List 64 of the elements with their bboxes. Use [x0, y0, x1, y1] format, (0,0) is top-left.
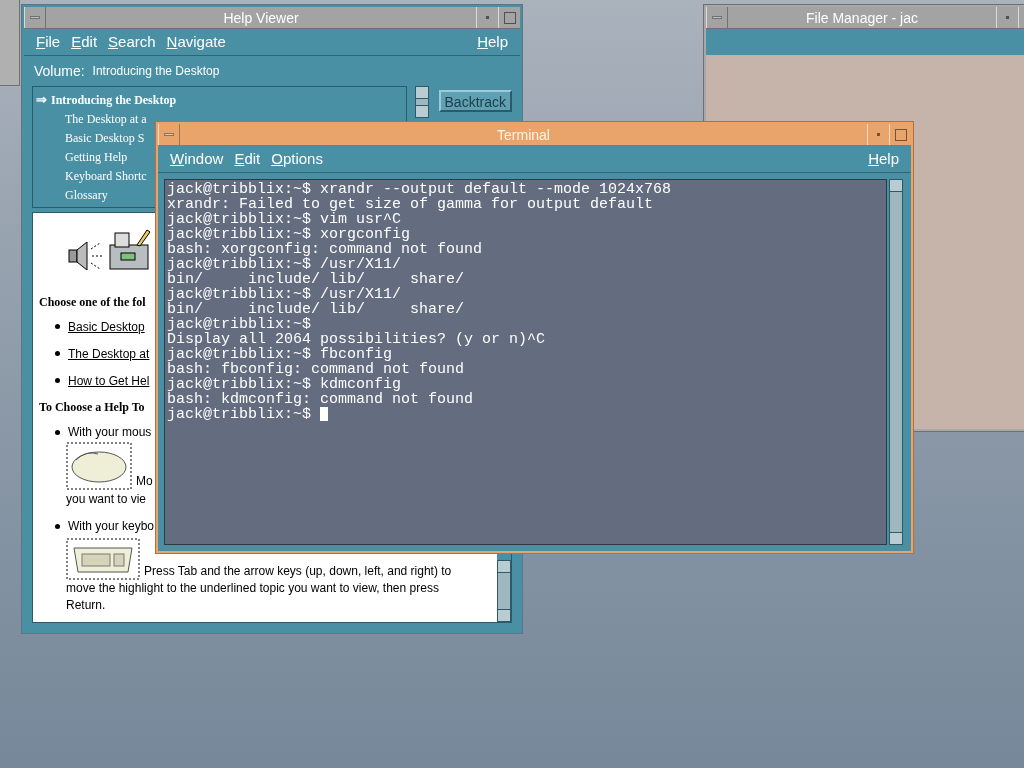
speaker-icon	[67, 239, 103, 273]
topic-item[interactable]: Basic Desktop S	[33, 128, 145, 147]
topic-item[interactable]: Keyboard Shortc	[33, 166, 147, 185]
terminal-line: jack@tribblix:~$ fbconfig	[167, 347, 393, 362]
bullet-icon	[55, 324, 60, 329]
terminal-line: bin/ include/ lib/ share/	[167, 302, 465, 317]
topic-link[interactable]: Basic Desktop	[68, 317, 145, 336]
terminal-line: jack@tribblix:~$	[167, 317, 312, 332]
volume-value: Introducing the Desktop	[92, 63, 220, 80]
menu-item[interactable]: File	[32, 30, 65, 54]
terminal-line: jack@tribblix:~$ /usr/X11/	[167, 257, 402, 272]
mouse-icon	[66, 442, 132, 490]
menu-item[interactable]: Edit	[230, 147, 265, 171]
menu-item[interactable]: Options	[267, 147, 327, 171]
window-menu-button[interactable]	[706, 7, 728, 28]
terminal-line: jack@tribblix:~$ vim usr^C	[167, 212, 402, 227]
section-heading: Choose one of the fol	[39, 294, 146, 311]
topic-item[interactable]: Glossary	[33, 185, 108, 204]
menu-item[interactable]: Navigate	[162, 30, 230, 54]
bullet-icon	[55, 351, 60, 356]
terminal-line: jack@tribblix:~$ /usr/X11/	[167, 287, 402, 302]
window-menu-button[interactable]	[24, 7, 46, 28]
topic-link[interactable]: How to Get Hel	[68, 371, 150, 390]
topic-link[interactable]: The Desktop at	[68, 344, 150, 363]
terminal-line: jack@tribblix:~$ xrandr --output default --mode 1024x768	[167, 182, 672, 197]
volume-label: Volume:	[34, 61, 85, 81]
instruction-text: Press Tab and the arrow keys (up, down, left, and right) to move the highlight to the underlined topic you want to view, then press Return.	[66, 564, 452, 612]
terminal-line: xrandr: Failed to get size of gamma for output default	[167, 197, 654, 212]
terminal-line: jack@tribblix:~$ kdmconfig	[167, 377, 402, 392]
backtrack-button[interactable]: Backtrack	[438, 90, 512, 112]
scrollbar[interactable]	[889, 179, 903, 545]
window-title: Help Viewer	[222, 9, 300, 28]
menu-item[interactable]: Help	[864, 147, 903, 171]
menu-item[interactable]: Help	[473, 30, 512, 54]
window-menu-button[interactable]	[158, 124, 180, 145]
instruction-text: With your mous	[68, 424, 152, 441]
instruction-text: With your keybo	[68, 518, 155, 535]
scrollbar[interactable]	[497, 560, 511, 622]
topic-item[interactable]: Introducing the Desktop	[51, 90, 177, 109]
scrollbar[interactable]	[414, 86, 429, 118]
terminal-line: jack@tribblix:~$ xorgconfig	[167, 227, 411, 242]
section-heading: To Choose a Help To	[39, 399, 145, 416]
keyboard-icon	[66, 538, 140, 580]
bullet-icon	[55, 429, 60, 435]
topic-item[interactable]: The Desktop at a	[33, 109, 147, 128]
terminal-line: bash: kdmconfig: command not found	[167, 392, 474, 407]
bullet-icon	[55, 523, 60, 529]
terminal-line: bash: xorgconfig: command not found	[167, 242, 483, 257]
instruction-text: Mo	[136, 473, 153, 490]
terminal-line: bin/ include/ lib/ share/	[167, 272, 465, 287]
window-title: File Manager - jac	[804, 9, 919, 28]
fax-machine-icon	[107, 227, 153, 273]
instruction-text: you want to vie	[66, 491, 147, 508]
topic-item[interactable]: Getting Help	[33, 147, 128, 166]
current-topic-marker: ⇒	[35, 90, 48, 109]
window-title: Terminal	[496, 126, 551, 145]
text-cursor	[320, 407, 329, 421]
terminal-line: jack@tribblix:~$	[167, 407, 312, 422]
menu-item[interactable]: Window	[166, 147, 228, 171]
terminal-line: Display all 2064 possibilities? (y or n)^C	[167, 332, 546, 347]
terminal-line: bash: fbconfig: command not found	[167, 362, 465, 377]
menu-item[interactable]: Edit	[67, 30, 102, 54]
bullet-icon	[55, 378, 60, 383]
menu-item[interactable]: Search	[104, 30, 160, 54]
